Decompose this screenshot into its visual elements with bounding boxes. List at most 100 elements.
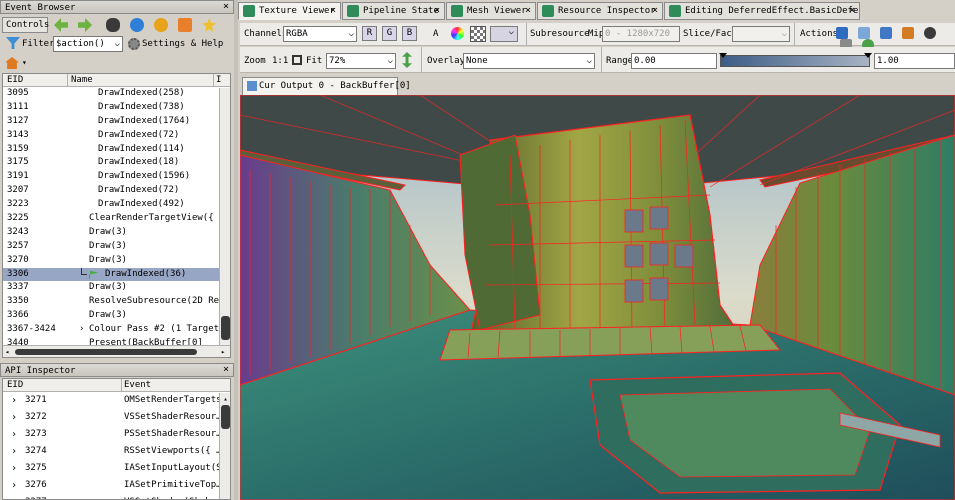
- event-row[interactable]: 3111 DrawIndexed(738): [3, 101, 230, 115]
- range-histogram[interactable]: [719, 53, 872, 67]
- binoculars-icon[interactable]: [924, 27, 937, 39]
- checkerboard-icon[interactable]: [470, 26, 486, 42]
- filter-input[interactable]: $action() ⌵: [53, 36, 123, 52]
- event-row[interactable]: 3191 DrawIndexed(1596): [3, 170, 230, 184]
- col-eid[interactable]: EID: [7, 379, 23, 391]
- overlay-select[interactable]: None ⌵: [463, 53, 595, 69]
- range-max-input[interactable]: 1.00: [874, 53, 955, 69]
- mip-select[interactable]: 0 - 1280x720: [602, 26, 680, 42]
- vscroll-thumb[interactable]: [221, 316, 230, 340]
- api-row[interactable]: › 3274 RSSetViewports({ …: [3, 443, 230, 460]
- zoom-select[interactable]: 72% ⌵: [326, 53, 396, 69]
- event-row[interactable]: 3225 ClearRenderTargetView({ …: [3, 212, 230, 226]
- hscroll-right-icon[interactable]: ▸: [221, 348, 229, 356]
- channel-g-toggle[interactable]: G: [382, 26, 397, 41]
- hscroll-thumb[interactable]: [15, 349, 197, 355]
- event-row[interactable]: 3095 DrawIndexed(258): [3, 87, 230, 101]
- expand-icon[interactable]: ›: [11, 477, 17, 494]
- settings-help-button[interactable]: Settings & Help: [142, 37, 223, 51]
- event-list-vscrollbar[interactable]: [219, 88, 230, 346]
- close-icon[interactable]: ×: [652, 3, 658, 19]
- api-row[interactable]: › 3276 IASetPrimitiveTop…: [3, 477, 230, 494]
- breadcrumb-dropdown-icon[interactable]: ▾: [22, 58, 27, 67]
- api-row[interactable]: › 3275 IASetInputLayout(Sk: [3, 460, 230, 477]
- expand-icon[interactable]: ›: [11, 426, 17, 443]
- event-row[interactable]: 3306 DrawIndexed(36): [3, 267, 230, 282]
- goto-location-icon[interactable]: [858, 27, 871, 39]
- channel-a-toggle[interactable]: A: [433, 27, 438, 41]
- tab-editing-shader[interactable]: Editing DeferredEffect.BasicDefer… ×: [664, 2, 860, 20]
- arrow-left-icon[interactable]: [54, 18, 68, 32]
- timeline-icon[interactable]: [130, 18, 145, 32]
- api-list-vscrollbar[interactable]: ▴: [219, 393, 230, 499]
- flip-vertical-icon[interactable]: [402, 52, 412, 68]
- event-row[interactable]: 3350 ResolveSubresource(2D Ren: [3, 295, 230, 309]
- scroll-up-icon[interactable]: ▴: [221, 394, 230, 404]
- event-row[interactable]: 3127 DrawIndexed(1764): [3, 115, 230, 129]
- col-event[interactable]: Event: [124, 379, 151, 391]
- col-name[interactable]: Name: [71, 74, 93, 86]
- event-row[interactable]: 3175 DrawIndexed(18): [3, 156, 230, 170]
- event-row[interactable]: 3270 Draw(3): [3, 254, 230, 268]
- event-row[interactable]: 3143 DrawIndexed(72): [3, 129, 230, 143]
- close-icon[interactable]: ×: [434, 3, 440, 19]
- col-eid[interactable]: EID: [7, 74, 23, 86]
- event-row[interactable]: 3257 Draw(3): [3, 240, 230, 254]
- backcolor-button[interactable]: ⌵: [490, 26, 518, 42]
- event-row[interactable]: 3207 DrawIndexed(72): [3, 184, 230, 198]
- close-icon[interactable]: ×: [223, 1, 229, 13]
- api-row[interactable]: › 3271 OMSetRenderTargets({: [3, 392, 230, 409]
- api-row[interactable]: › 3272 VSSetShaderResour…: [3, 409, 230, 426]
- event-row[interactable]: 3243 Draw(3): [3, 226, 230, 240]
- api-row[interactable]: › 3277 VSSetShader(Skybo: [3, 494, 230, 499]
- tab-mesh-viewer[interactable]: Mesh Viewer ×: [446, 2, 536, 20]
- close-icon[interactable]: ×: [849, 3, 855, 19]
- slice-face-select[interactable]: ⌵: [732, 26, 790, 42]
- expand-icon[interactable]: ›: [11, 392, 17, 409]
- controls-button[interactable]: Controls: [2, 17, 49, 33]
- channels-select[interactable]: RGBA ⌵: [283, 26, 357, 42]
- event-row[interactable]: 3223 DrawIndexed(492): [3, 198, 230, 212]
- close-icon[interactable]: ×: [525, 3, 531, 19]
- close-icon[interactable]: ×: [330, 3, 336, 19]
- event-row[interactable]: 3367-3424 › Colour Pass #2 (1 Targets): [3, 323, 230, 337]
- range-min-input[interactable]: 0.00: [631, 53, 717, 69]
- zoom-1to1-button[interactable]: 1:1: [272, 54, 288, 68]
- api-row[interactable]: › 3273 PSSetShaderResour…: [3, 426, 230, 443]
- star-icon[interactable]: [202, 18, 217, 32]
- vscroll-thumb[interactable]: [221, 405, 230, 429]
- range-max-handle[interactable]: [864, 53, 872, 58]
- tab-cur-output[interactable]: Cur Output 0 - BackBuffer[0]: [242, 77, 411, 95]
- color-wheel-icon[interactable]: [451, 27, 464, 40]
- expand-icon[interactable]: ›: [11, 443, 17, 460]
- home-icon[interactable]: [5, 57, 19, 69]
- channel-b-toggle[interactable]: B: [402, 26, 417, 41]
- clock-icon[interactable]: [154, 18, 169, 32]
- range-min-handle[interactable]: [719, 53, 727, 58]
- event-row[interactable]: 3159 DrawIndexed(114): [3, 143, 230, 157]
- tab-pipeline-state[interactable]: Pipeline State ×: [342, 2, 445, 20]
- event-row[interactable]: 3337 Draw(3): [3, 281, 230, 295]
- close-icon[interactable]: ×: [223, 364, 229, 376]
- open-external-icon[interactable]: [902, 27, 915, 39]
- expand-icon[interactable]: ›: [11, 460, 17, 477]
- tab-texture-viewer[interactable]: Texture Viewer ×: [238, 2, 341, 20]
- expand-icon[interactable]: ›: [11, 409, 17, 426]
- texture-viewport[interactable]: [240, 95, 955, 500]
- expand-icon[interactable]: ›: [79, 323, 84, 337]
- save-icon[interactable]: [836, 27, 848, 39]
- copy-icon[interactable]: [880, 27, 893, 39]
- channel-r-toggle[interactable]: R: [362, 26, 377, 41]
- event-list-hscrollbar[interactable]: ◂ ▸: [3, 345, 230, 357]
- event-row[interactable]: 3366 Draw(3): [3, 309, 230, 323]
- tab-resource-inspector[interactable]: Resource Inspector ×: [537, 2, 663, 20]
- bookmark-icon[interactable]: [178, 18, 193, 32]
- find-icon[interactable]: [106, 18, 121, 32]
- col-more[interactable]: I: [216, 74, 221, 86]
- arrow-right-icon[interactable]: [78, 18, 93, 32]
- expand-icon[interactable]: ›: [11, 494, 17, 499]
- fit-button[interactable]: Fit: [306, 54, 322, 68]
- panel-splitter[interactable]: [234, 0, 238, 500]
- hscroll-left-icon[interactable]: ◂: [5, 348, 13, 356]
- gear-icon[interactable]: [128, 38, 140, 50]
